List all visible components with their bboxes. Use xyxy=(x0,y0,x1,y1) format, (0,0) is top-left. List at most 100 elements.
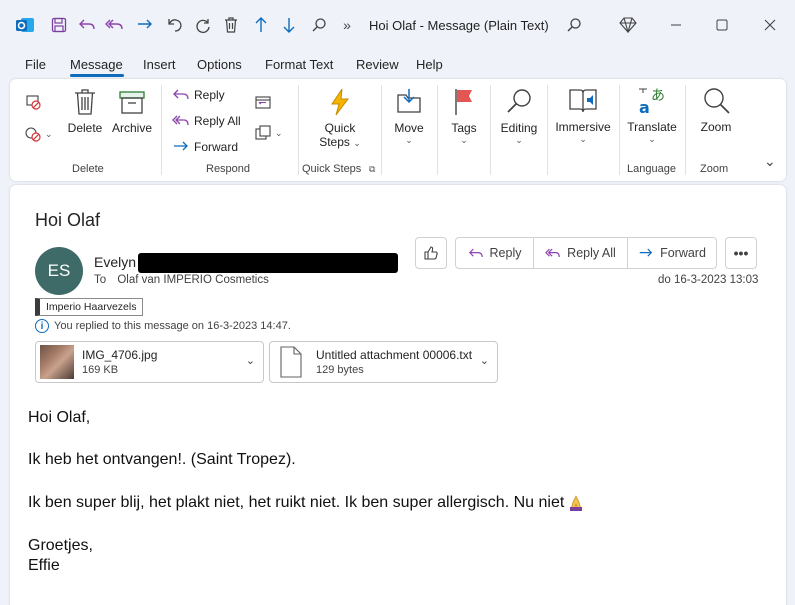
group-separator xyxy=(161,85,162,175)
menu-file[interactable]: File xyxy=(25,57,46,72)
menu-options[interactable]: Options xyxy=(197,57,242,72)
group-label-delete: Delete xyxy=(72,163,104,175)
praying-hands-emoji-icon xyxy=(570,495,583,511)
ribbon-forward-button[interactable]: Forward xyxy=(172,140,238,154)
active-tab-indicator xyxy=(70,74,124,77)
group-label-quick-steps: Quick Steps xyxy=(302,163,362,175)
attachment-image[interactable]: IMG_4706.jpg 169 KB ⌄ xyxy=(35,341,264,383)
menu-insert[interactable]: Insert xyxy=(143,57,176,72)
thumbs-up-icon xyxy=(424,246,438,260)
next-item-icon[interactable] xyxy=(278,14,300,36)
undo-icon[interactable] xyxy=(164,14,186,36)
reply-all-icon[interactable] xyxy=(104,14,126,36)
editing-button[interactable]: Editing ⌄ xyxy=(496,87,542,146)
message-subject: Hoi Olaf xyxy=(35,210,101,230)
group-label-respond: Respond xyxy=(206,163,251,175)
body-greeting: Hoi Olaf, xyxy=(28,409,91,426)
menu-message[interactable]: Message xyxy=(70,57,123,72)
meeting-reply-button[interactable] xyxy=(254,94,272,110)
message-action-group: Reply Reply All Forward xyxy=(455,237,717,269)
message-reply-all-button[interactable]: Reply All xyxy=(534,238,628,268)
message-reply-button[interactable]: Reply xyxy=(456,238,534,268)
category-tag[interactable]: Imperio Haarvezels xyxy=(35,298,144,316)
menu-format-text[interactable]: Format Text xyxy=(265,57,333,72)
minimize-icon[interactable] xyxy=(663,12,689,38)
message-date: do 16-3-2023 13:03 xyxy=(658,274,759,286)
sender-name[interactable]: Evelyn xyxy=(94,254,136,270)
group-separator xyxy=(437,85,438,175)
close-icon[interactable] xyxy=(757,12,783,38)
reply-all-arrow-icon xyxy=(545,248,560,257)
svg-text:a: a xyxy=(639,98,650,117)
ribbon-reply-button[interactable]: Reply xyxy=(172,88,225,102)
forward-icon[interactable] xyxy=(134,14,156,36)
more-actions-button[interactable]: ••• xyxy=(725,237,757,269)
archive-icon xyxy=(119,91,145,114)
recipient-line: To Olaf van IMPERIO Cosmetics xyxy=(94,274,269,286)
sender-avatar[interactable]: ES xyxy=(35,247,83,295)
redo-icon[interactable] xyxy=(192,14,214,36)
more-respond-icon xyxy=(255,125,271,140)
tell-me-search-icon[interactable] xyxy=(561,12,587,38)
redacted-email-bar xyxy=(138,253,398,273)
delete-button[interactable]: Delete xyxy=(68,87,102,135)
info-icon: i xyxy=(35,319,49,333)
ribbon-reply-all-button[interactable]: Reply All xyxy=(172,114,241,128)
lightning-icon xyxy=(331,88,349,116)
save-icon[interactable] xyxy=(48,14,70,36)
chevron-down-icon[interactable]: ⌄ xyxy=(480,354,489,367)
reply-icon[interactable] xyxy=(76,14,98,36)
body-line-2: Ik ben super blij, het plakt niet, het r… xyxy=(28,494,584,512)
chevron-down-icon[interactable]: ⌄ xyxy=(246,354,255,367)
translate-button[interactable]: aあ Translate ⌄ xyxy=(625,85,679,145)
outlook-logo-icon xyxy=(14,14,36,36)
forward-arrow-icon xyxy=(174,141,188,151)
junk-icon xyxy=(25,127,41,142)
like-button[interactable] xyxy=(415,237,447,269)
archive-button[interactable]: Archive xyxy=(110,87,154,135)
title-bar: » Hoi Olaf - Message (Plain Text) xyxy=(0,0,795,50)
search-icon[interactable] xyxy=(308,14,330,36)
reply-arrow-icon xyxy=(468,248,483,257)
body-closing-2: Effie xyxy=(28,557,60,574)
editing-search-icon xyxy=(507,89,531,113)
attachment-text-file[interactable]: Untitled attachment 00006.txt 129 bytes … xyxy=(269,341,498,383)
more-commands-icon[interactable]: » xyxy=(336,14,358,36)
replied-info-text: You replied to this message on 16-3-2023… xyxy=(54,320,291,332)
reading-pane: Hoi Olaf ES Evelyn To Olaf van IMPERIO C… xyxy=(10,185,786,605)
ignore-icon xyxy=(26,95,41,110)
trash-icon[interactable] xyxy=(220,14,242,36)
info-bar: i You replied to this message on 16-3-20… xyxy=(35,319,291,333)
group-separator xyxy=(547,85,548,175)
move-folder-icon xyxy=(397,89,421,113)
reply-arrow-icon xyxy=(173,89,189,100)
move-button[interactable]: Move ⌄ xyxy=(390,87,428,146)
document-icon xyxy=(280,346,302,378)
group-separator xyxy=(490,85,491,175)
ribbon-collapse-chevron-icon[interactable]: ⌄ xyxy=(764,153,776,170)
message-forward-button[interactable]: Forward xyxy=(628,238,716,268)
body-closing-1: Groetjes, xyxy=(28,537,93,554)
immersive-button[interactable]: Immersive ⌄ xyxy=(553,85,613,145)
group-label-language: Language xyxy=(627,163,676,175)
maximize-icon[interactable] xyxy=(709,12,735,38)
more-respond-button[interactable]: ⌄ xyxy=(254,125,283,141)
menu-review[interactable]: Review xyxy=(356,57,399,72)
diamond-premium-icon[interactable] xyxy=(615,12,641,38)
tags-button[interactable]: Tags ⌄ xyxy=(446,87,482,146)
immersive-reader-icon xyxy=(569,89,597,113)
recipient-name[interactable]: Olaf van IMPERIO Cosmetics xyxy=(117,274,268,286)
zoom-button[interactable]: Zoom xyxy=(694,85,738,134)
ignore-button[interactable] xyxy=(24,93,42,111)
previous-item-icon[interactable] xyxy=(250,14,272,36)
image-thumbnail xyxy=(40,345,74,379)
group-separator xyxy=(298,85,299,175)
flag-icon xyxy=(455,89,472,115)
dialog-launcher-icon[interactable]: ⧉ xyxy=(369,164,375,175)
group-separator xyxy=(685,85,686,175)
group-label-zoom: Zoom xyxy=(700,163,729,175)
meeting-icon xyxy=(255,96,271,109)
quick-steps-button[interactable]: Quick Steps ⌄ xyxy=(310,87,370,149)
menu-help[interactable]: Help xyxy=(416,57,443,72)
junk-button[interactable]: ⌄ xyxy=(24,125,53,143)
